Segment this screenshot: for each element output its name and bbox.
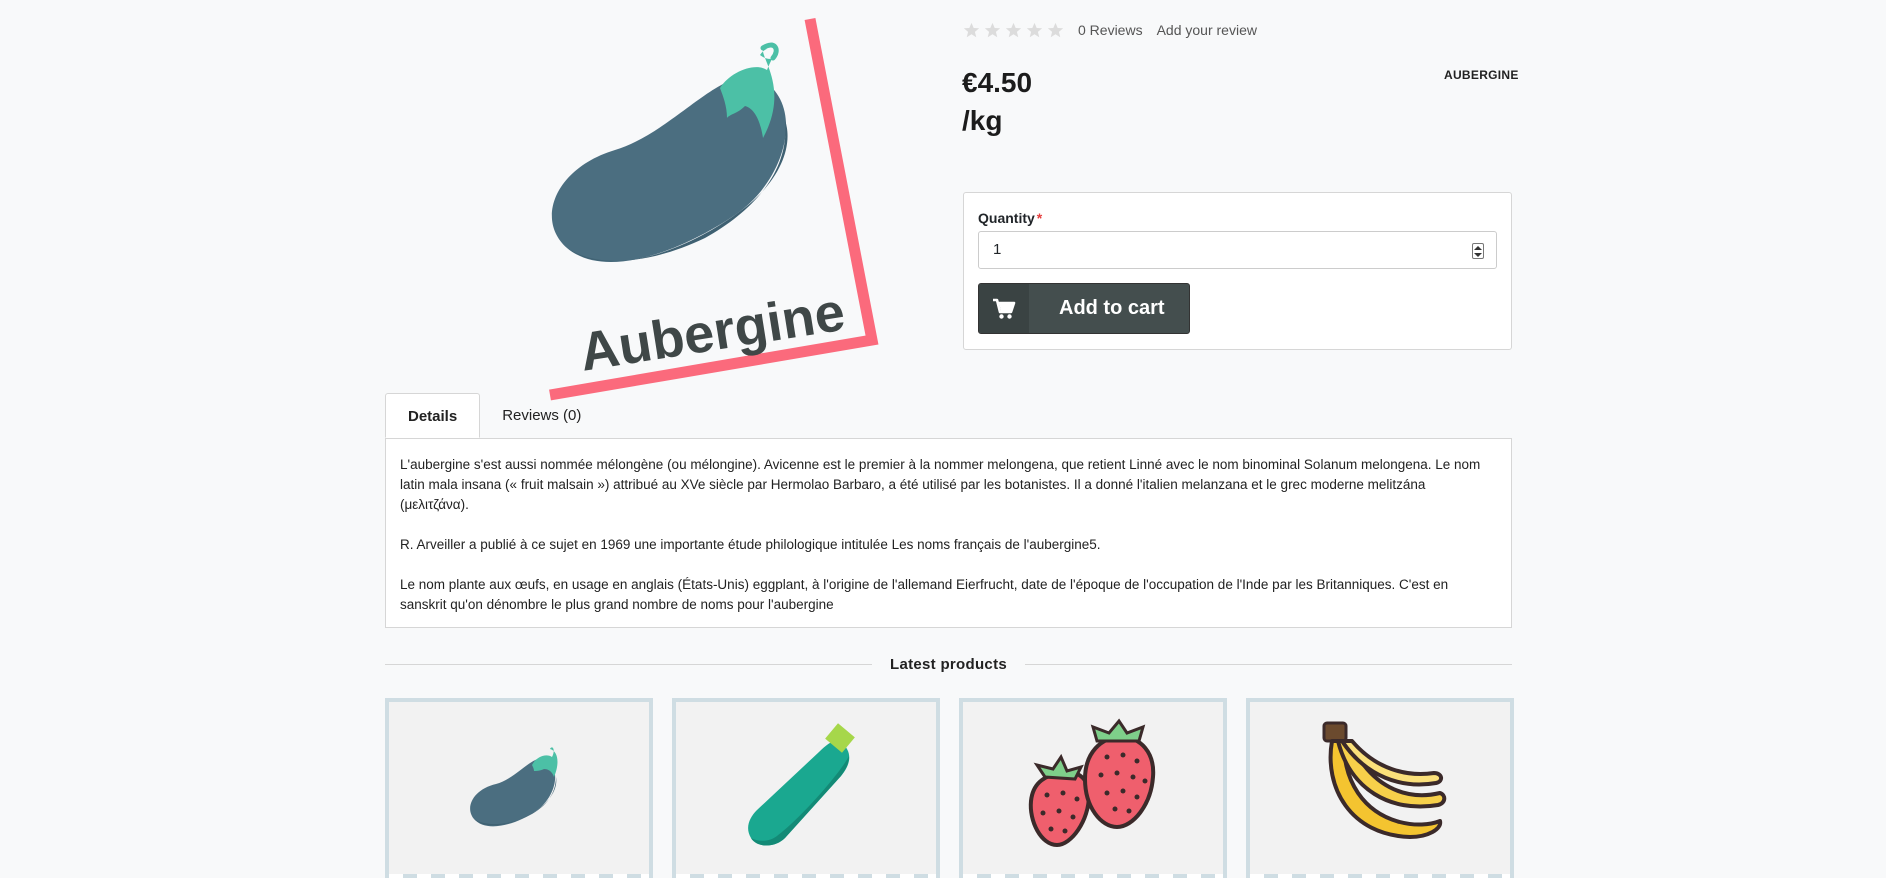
product-thumbnail bbox=[963, 712, 1223, 862]
star-icon bbox=[963, 22, 980, 37]
product-image: Aubergine bbox=[505, 10, 905, 410]
star-rating[interactable] bbox=[963, 22, 1064, 39]
spinner-down-icon[interactable] bbox=[1474, 252, 1482, 257]
aubergine-icon bbox=[470, 747, 558, 827]
quantity-label: Quantity * bbox=[978, 210, 1042, 226]
details-panel: L'aubergine s'est aussi nommée mélongène… bbox=[385, 438, 1512, 628]
divider bbox=[385, 663, 872, 665]
card-stripe bbox=[963, 874, 1223, 878]
quantity-label-text: Quantity bbox=[978, 210, 1035, 226]
price-value: €4.50 bbox=[962, 67, 1033, 98]
add-to-cart-button[interactable]: Add to cart bbox=[978, 283, 1190, 334]
required-marker: * bbox=[1036, 210, 1043, 226]
quantity-value: 1 bbox=[993, 241, 1002, 258]
card-stripe bbox=[389, 874, 649, 878]
strawberry-icon bbox=[1028, 718, 1156, 848]
reviews-count-link[interactable]: 0 Reviews bbox=[1078, 22, 1143, 38]
spinner-up-icon[interactable] bbox=[1474, 245, 1482, 250]
product-card[interactable] bbox=[959, 698, 1227, 878]
star-icon bbox=[984, 22, 1001, 37]
tab-reviews[interactable]: Reviews (0) bbox=[480, 393, 603, 438]
latest-products-title: Latest products bbox=[890, 655, 1008, 673]
details-paragraph: Le nom plante aux œufs, en usage en angl… bbox=[400, 577, 1449, 612]
product-card[interactable] bbox=[672, 698, 940, 878]
shopping-cart-icon bbox=[979, 284, 1029, 333]
add-review-link[interactable]: Add your review bbox=[1157, 22, 1257, 38]
add-to-cart-label: Add to cart bbox=[1059, 297, 1165, 319]
product-sku: AUBERGINE bbox=[1444, 68, 1519, 82]
product-thumbnail bbox=[1250, 712, 1510, 862]
star-icon bbox=[1047, 22, 1064, 37]
product-card[interactable] bbox=[1246, 698, 1514, 878]
product-thumbnail bbox=[389, 712, 649, 862]
details-paragraph: R. Arveiller a publié à ce sujet en 1969… bbox=[400, 537, 1101, 552]
aubergine-illustration: Aubergine bbox=[549, 17, 879, 401]
price-unit: /kg bbox=[962, 105, 1003, 136]
add-to-cart-form: Quantity * 1 Add to cart bbox=[963, 192, 1512, 350]
star-icon bbox=[1026, 22, 1043, 37]
rating-row: 0 Reviews Add your review bbox=[963, 19, 1271, 41]
banana-icon bbox=[1322, 721, 1447, 839]
star-icon bbox=[1005, 22, 1022, 37]
divider bbox=[1025, 663, 1513, 665]
card-stripe bbox=[1250, 874, 1510, 878]
quantity-spinner[interactable] bbox=[1472, 243, 1484, 259]
tab-details[interactable]: Details bbox=[385, 393, 481, 438]
card-stripe bbox=[676, 874, 936, 878]
product-thumbnail bbox=[676, 712, 936, 862]
quantity-input[interactable]: 1 bbox=[978, 231, 1497, 269]
product-card[interactable] bbox=[385, 698, 653, 878]
product-tabs: Details Reviews (0) bbox=[385, 393, 603, 438]
details-paragraph: L'aubergine s'est aussi nommée mélongène… bbox=[400, 457, 1481, 512]
product-price: €4.50 /kg bbox=[962, 64, 1032, 140]
latest-products-header: Latest products bbox=[385, 652, 1513, 676]
zucchini-icon bbox=[748, 723, 855, 846]
